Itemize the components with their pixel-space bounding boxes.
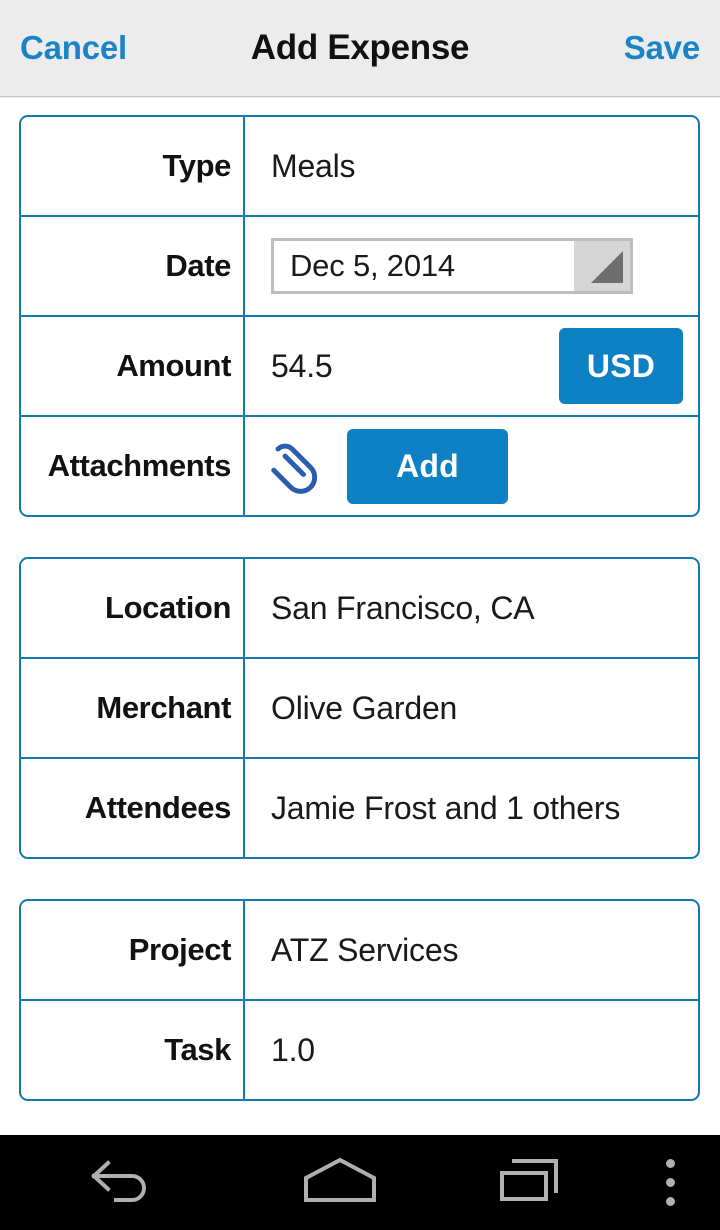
form-row-location[interactable]: Location San Francisco, CA: [21, 559, 698, 659]
type-label: Type: [21, 117, 245, 215]
date-label: Date: [21, 217, 245, 315]
menu-dot: [665, 1159, 675, 1168]
app-header: Cancel Add Expense Save: [0, 0, 720, 100]
cancel-button[interactable]: Cancel: [20, 29, 127, 67]
expense-context-card: Location San Francisco, CA Merchant Oliv…: [19, 557, 700, 859]
attachments-label: Attachments: [21, 417, 245, 515]
home-button[interactable]: [240, 1135, 440, 1230]
expense-form: Type Meals Date Dec 5, 2014 Amount 54.5 …: [0, 98, 720, 1135]
overflow-menu-button[interactable]: [620, 1135, 720, 1230]
date-input[interactable]: Dec 5, 2014: [274, 241, 574, 291]
triangle-icon: [591, 251, 623, 283]
date-dropdown-arrow[interactable]: [574, 241, 630, 291]
amount-input[interactable]: 54.5: [271, 348, 333, 385]
form-row-type[interactable]: Type Meals: [21, 117, 698, 217]
attendees-value[interactable]: Jamie Frost and 1 others: [245, 759, 698, 857]
attachments-value-cell: Add: [245, 417, 698, 515]
date-picker[interactable]: Dec 5, 2014: [271, 238, 633, 294]
currency-button[interactable]: USD: [559, 328, 683, 404]
back-button[interactable]: [0, 1135, 240, 1230]
paperclip-icon: [269, 436, 321, 496]
expense-details-card: Type Meals Date Dec 5, 2014 Amount 54.5 …: [19, 115, 700, 517]
amount-value-cell: 54.5 USD: [245, 317, 698, 415]
recents-button[interactable]: [440, 1135, 620, 1230]
form-row-date[interactable]: Date Dec 5, 2014: [21, 217, 698, 317]
form-row-attendees[interactable]: Attendees Jamie Frost and 1 others: [21, 759, 698, 857]
overflow-menu-icon: [665, 1154, 675, 1211]
project-label: Project: [21, 901, 245, 999]
location-value[interactable]: San Francisco, CA: [245, 559, 698, 657]
type-value[interactable]: Meals: [245, 117, 698, 215]
attendees-label: Attendees: [21, 759, 245, 857]
location-label: Location: [21, 559, 245, 657]
back-icon: [86, 1155, 154, 1210]
recents-icon: [498, 1155, 562, 1210]
android-navigation-bar: [0, 1135, 720, 1230]
add-attachment-button[interactable]: Add: [347, 428, 508, 504]
form-row-attachments[interactable]: Attachments Add: [21, 417, 698, 515]
form-row-task[interactable]: Task 1.0: [21, 1001, 698, 1099]
save-button[interactable]: Save: [624, 29, 700, 67]
task-label: Task: [21, 1001, 245, 1099]
menu-dot: [665, 1197, 675, 1206]
date-value-cell: Dec 5, 2014: [245, 217, 698, 315]
form-row-project[interactable]: Project ATZ Services: [21, 901, 698, 1001]
home-icon: [302, 1156, 378, 1209]
expense-project-card: Project ATZ Services Task 1.0: [19, 899, 700, 1101]
amount-label: Amount: [21, 317, 245, 415]
form-row-amount[interactable]: Amount 54.5 USD: [21, 317, 698, 417]
menu-dot: [665, 1178, 675, 1187]
merchant-label: Merchant: [21, 659, 245, 757]
task-value[interactable]: 1.0: [245, 1001, 698, 1099]
merchant-value[interactable]: Olive Garden: [245, 659, 698, 757]
project-value[interactable]: ATZ Services: [245, 901, 698, 999]
form-row-merchant[interactable]: Merchant Olive Garden: [21, 659, 698, 759]
